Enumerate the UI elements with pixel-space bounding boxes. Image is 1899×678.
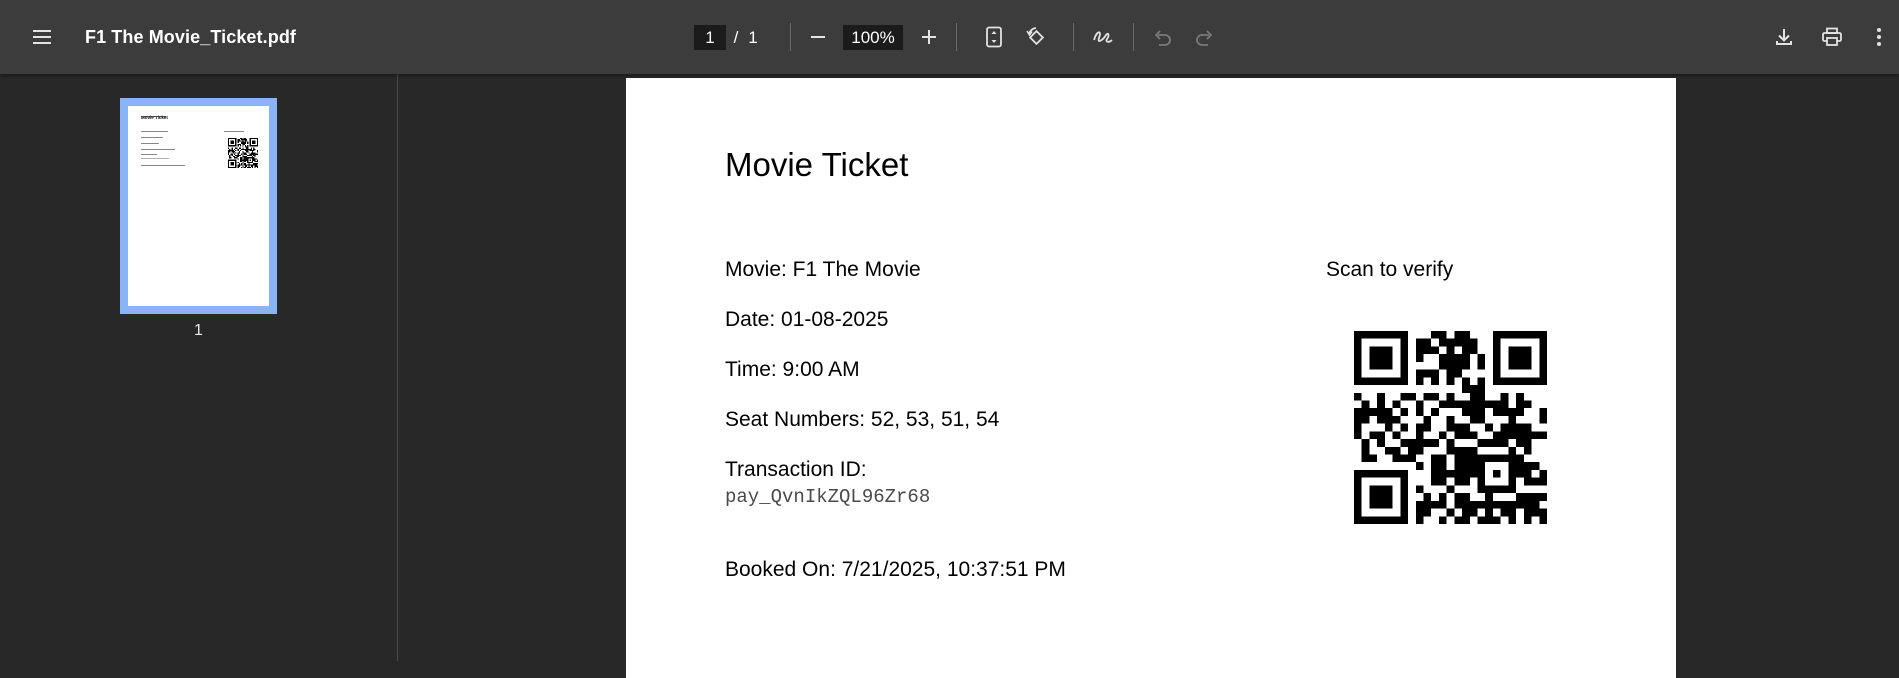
thumbnail-qr-preview: [228, 138, 258, 168]
print-icon[interactable]: [1812, 17, 1852, 57]
undo-icon[interactable]: [1142, 17, 1182, 57]
zoom-out-icon[interactable]: [798, 17, 838, 57]
page-separator: /: [733, 28, 739, 47]
redo-icon[interactable]: [1185, 17, 1225, 57]
pdf-toolbar: F1 The Movie_Ticket.pdf 1 / 1 100%: [0, 0, 1899, 74]
hamburger-menu-icon[interactable]: [22, 17, 62, 57]
more-options-icon[interactable]: [1859, 17, 1899, 57]
zoom-level-input[interactable]: 100%: [843, 25, 903, 50]
download-icon[interactable]: [1764, 17, 1804, 57]
ticket-heading: Movie Ticket: [725, 146, 909, 183]
transaction-id: pay_QvnIkZQL96Zr68: [725, 486, 931, 508]
show-date: Date: 01-08-2025: [725, 308, 889, 331]
movie-name: Movie: F1 The Movie: [725, 258, 921, 281]
transaction-label: Transaction ID:: [725, 458, 867, 481]
thumbnail-page-number: 1: [194, 322, 203, 339]
toolbar-divider: [790, 23, 791, 51]
pdf-page: Movie Ticket Movie: F1 The Movie Date: 0…: [626, 78, 1676, 678]
seat-numbers: Seat Numbers: 52, 53, 51, 54: [725, 408, 1000, 431]
page-total: 1: [748, 28, 758, 47]
annotate-pen-icon[interactable]: [1083, 17, 1123, 57]
toolbar-divider: [1073, 23, 1074, 51]
toolbar-divider: [956, 23, 957, 51]
rotate-icon[interactable]: [1016, 17, 1056, 57]
toolbar-divider: [1133, 23, 1134, 51]
document-title: F1 The Movie_Ticket.pdf: [85, 27, 297, 47]
page-thumbnail[interactable]: Movie Ticket: [120, 98, 277, 314]
scan-to-verify-label: Scan to verify: [1326, 258, 1454, 281]
qr-code: [1354, 331, 1547, 524]
show-time: Time: 9:00 AM: [725, 358, 860, 381]
page-number-input[interactable]: 1: [694, 25, 726, 50]
fit-page-icon[interactable]: [974, 17, 1014, 57]
zoom-in-icon[interactable]: [909, 17, 949, 57]
thumbnail-page-preview: Movie Ticket: [128, 106, 269, 306]
booked-on: Booked On: 7/21/2025, 10:37:51 PM: [725, 558, 1066, 581]
